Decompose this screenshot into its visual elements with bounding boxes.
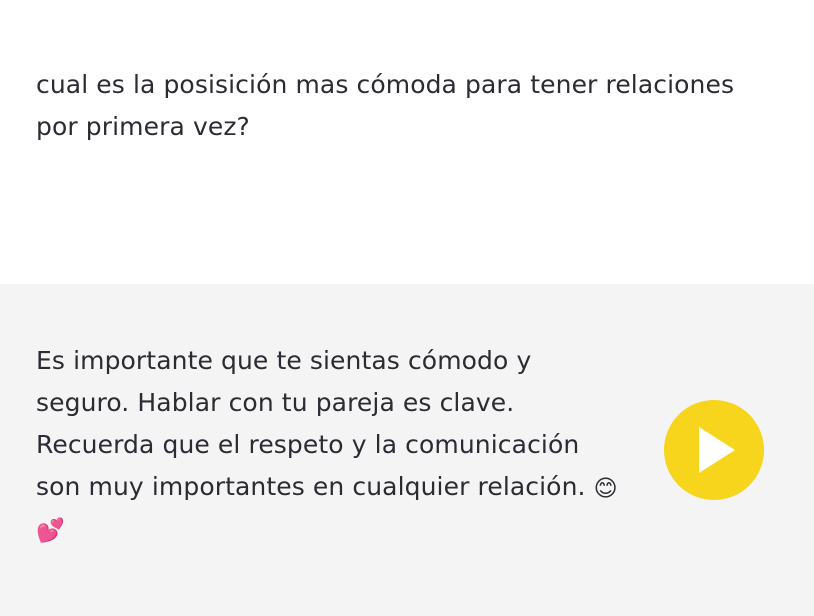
user-message-line: por primera vez?: [36, 112, 250, 141]
assistant-message-line-with-emoji: son muy importantes en cualquier relació…: [36, 466, 636, 508]
assistant-message: Es importante que te sientas cómodo y se…: [0, 284, 814, 616]
user-message-line: cual es la posisición mas cómoda para te…: [36, 70, 735, 99]
play-icon: [699, 427, 735, 473]
smiling-face-emoji-icon: 😊: [593, 476, 618, 502]
assistant-message-line: Recuerda que el respeto y la comunicació…: [36, 430, 580, 459]
assistant-message-text: Es importante que te sientas cómodo y se…: [36, 340, 636, 550]
assistant-message-line: seguro. Hablar con tu pareja es clave.: [36, 388, 515, 417]
two-hearts-emoji-icon: 💕: [36, 518, 65, 544]
user-message: cual es la posisición mas cómoda para te…: [0, 0, 814, 284]
user-message-text: cual es la posisición mas cómoda para te…: [36, 64, 776, 148]
play-audio-button[interactable]: [664, 400, 764, 500]
assistant-message-line: son muy importantes en cualquier relació…: [36, 472, 586, 501]
assistant-message-line: Es importante que te sientas cómodo y: [36, 346, 532, 375]
chat-conversation: cual es la posisición mas cómoda para te…: [0, 0, 814, 616]
assistant-message-emoji-line: 💕: [36, 508, 636, 550]
